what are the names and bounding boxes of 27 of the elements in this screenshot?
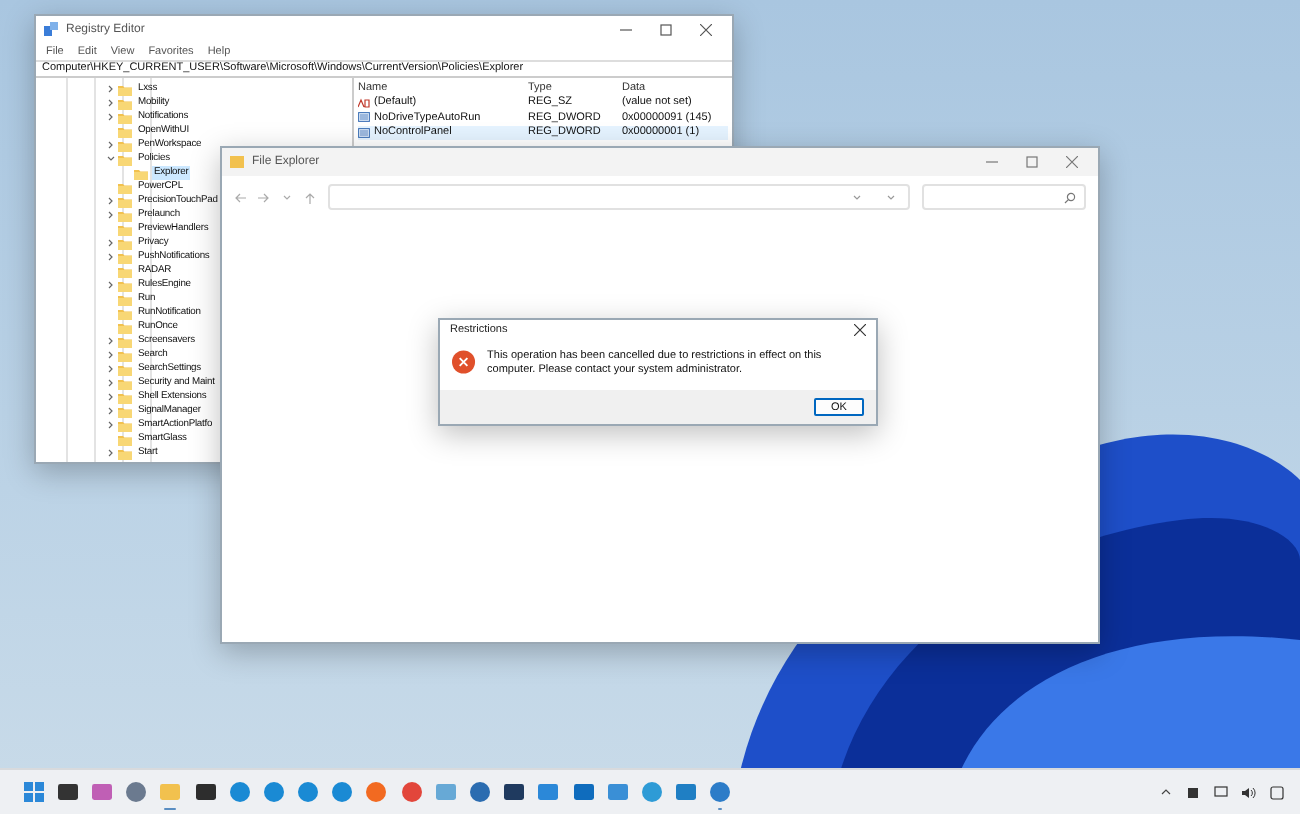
app-icon[interactable] bbox=[468, 780, 493, 804]
minimize-icon[interactable] bbox=[620, 23, 632, 35]
windows-logo-icon[interactable] bbox=[21, 780, 46, 804]
chevron-right-icon[interactable] bbox=[106, 140, 116, 150]
running-indicator bbox=[164, 807, 177, 810]
error-icon bbox=[452, 350, 476, 374]
chevron-down-icon[interactable] bbox=[106, 154, 116, 164]
binary-value-icon bbox=[358, 112, 370, 123]
speaker-icon[interactable] bbox=[1242, 785, 1256, 799]
string-value-icon bbox=[358, 97, 370, 108]
chevron-down-icon[interactable] bbox=[852, 192, 862, 202]
notification-icon[interactable] bbox=[1270, 785, 1284, 799]
address-field[interactable] bbox=[328, 184, 910, 210]
tray-app-icon[interactable] bbox=[1186, 785, 1200, 799]
search-field[interactable] bbox=[922, 184, 1086, 210]
app-icon[interactable] bbox=[571, 780, 596, 804]
chevron-right-icon[interactable] bbox=[106, 280, 116, 290]
chevron-down-icon[interactable] bbox=[886, 192, 896, 202]
close-icon[interactable] bbox=[700, 23, 712, 35]
search-icon bbox=[1064, 191, 1076, 203]
close-icon[interactable] bbox=[854, 324, 866, 336]
chevron-right-icon[interactable] bbox=[106, 448, 116, 458]
binary-value-icon bbox=[358, 127, 370, 138]
chevron-up-icon[interactable] bbox=[1160, 786, 1172, 798]
app-icon[interactable] bbox=[502, 780, 527, 804]
maximize-icon[interactable] bbox=[660, 23, 672, 35]
maximize-icon[interactable] bbox=[1026, 156, 1038, 168]
